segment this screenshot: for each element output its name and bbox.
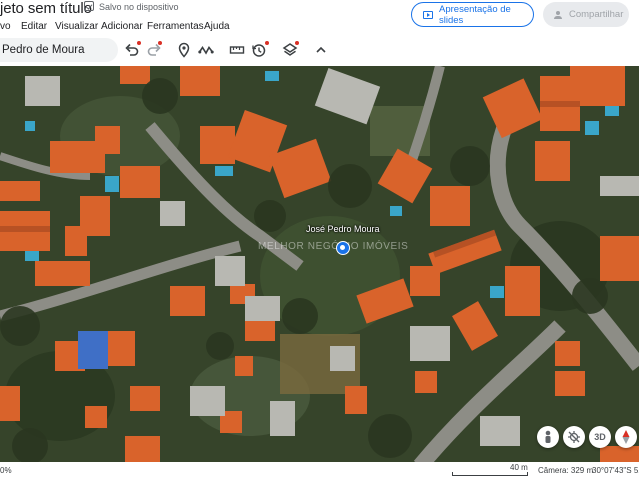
status-bar: 0% 40 m Câmera: 329 m 30°07'43"S 51° — [0, 462, 639, 480]
app-header: jeto sem título Salvo no dispositivo vo … — [0, 0, 639, 36]
scale-label: 40 m — [510, 463, 528, 472]
coordinates: 30°07'43"S 51° — [592, 466, 639, 475]
ruler-icon[interactable] — [229, 42, 245, 58]
toolbar: Pedro de Moura — [0, 36, 639, 66]
crosshair-icon[interactable] — [563, 426, 585, 448]
placemark-icon[interactable] — [176, 42, 192, 58]
menu-file[interactable]: vo — [0, 21, 11, 32]
menu-edit[interactable]: Editar — [21, 21, 47, 32]
redo-badge — [158, 41, 162, 45]
menu-add[interactable]: Adicionar — [101, 21, 143, 32]
saved-status: Salvo no dispositivo — [99, 2, 179, 12]
menu-help[interactable]: Ajuda — [204, 21, 230, 32]
path-icon[interactable] — [198, 42, 214, 58]
person-add-icon — [554, 10, 564, 19]
menu-view[interactable]: Visualizar — [55, 21, 98, 32]
scale-bar — [452, 472, 528, 476]
slideshow-icon — [423, 10, 433, 19]
view-3d-button[interactable]: 3D — [589, 426, 611, 448]
layers-badge — [295, 41, 299, 45]
camera-altitude: Câmera: 329 m — [538, 466, 594, 475]
slideshow-label: Apresentação de slides — [439, 3, 511, 26]
pegman-icon[interactable] — [537, 426, 559, 448]
share-label: Compartilhar — [569, 9, 624, 20]
compass-icon[interactable] — [615, 426, 637, 448]
menu-tools[interactable]: Ferramentas — [147, 21, 204, 32]
watermark: MELHOR NEGÓCIO IMÓVEIS — [258, 241, 409, 252]
saved-check-icon — [84, 1, 94, 11]
status-zoom: 0% — [0, 466, 12, 475]
search-input[interactable]: Pedro de Moura — [0, 38, 118, 62]
history-badge — [265, 41, 269, 45]
satellite-map[interactable]: José Pedro Moura MELHOR NEGÓCIO IMÓVEIS … — [0, 66, 639, 462]
place-label[interactable]: José Pedro Moura — [306, 224, 380, 234]
share-button[interactable]: Compartilhar — [543, 2, 629, 27]
collapse-chevron-icon[interactable] — [313, 42, 329, 58]
slideshow-button[interactable]: Apresentação de slides — [411, 2, 534, 27]
undo-badge — [137, 41, 141, 45]
project-title[interactable]: jeto sem título — [0, 0, 92, 17]
satellite-imagery — [0, 66, 639, 462]
place-pin-icon[interactable] — [336, 241, 350, 255]
